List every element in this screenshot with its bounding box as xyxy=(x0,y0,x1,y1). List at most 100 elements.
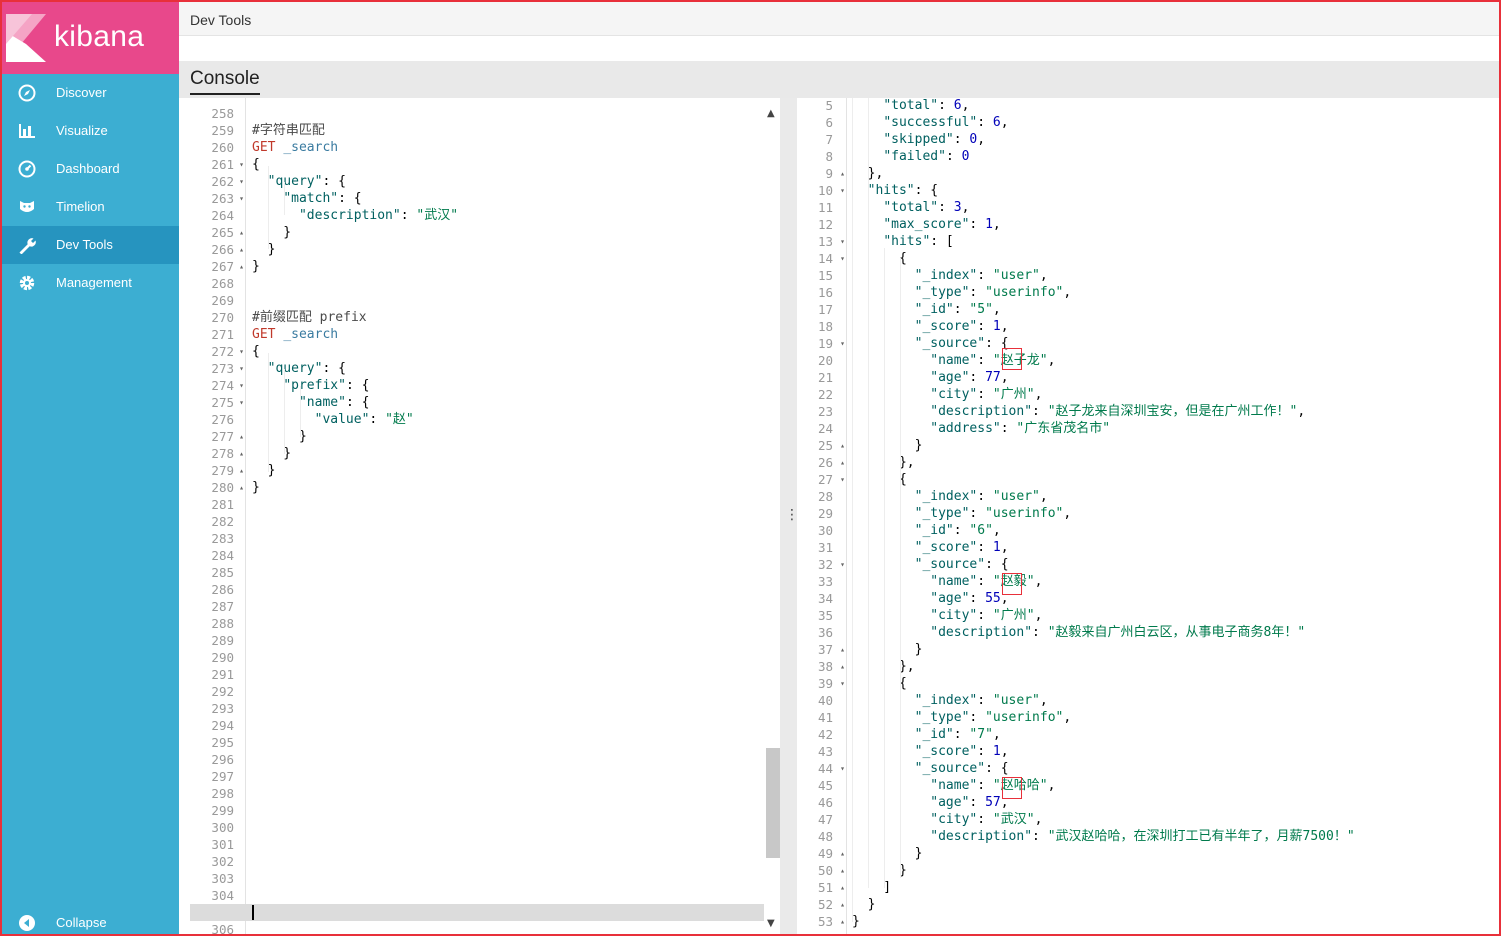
unfold-arrow-icon[interactable]: ▴ xyxy=(840,862,845,879)
unfold-arrow-icon[interactable]: ▴ xyxy=(840,658,845,675)
line-number-text: 18 xyxy=(817,319,833,334)
line-number: 298 xyxy=(190,785,246,802)
code-token: 1 xyxy=(992,319,1001,334)
collapse-button[interactable]: Collapse xyxy=(0,904,179,936)
fold-arrow-icon[interactable]: ▾ xyxy=(239,173,244,190)
line-number: 42 xyxy=(797,726,847,743)
line-number: 20 xyxy=(797,352,847,369)
unfold-arrow-icon[interactable]: ▴ xyxy=(239,445,244,462)
fold-arrow-icon[interactable]: ▾ xyxy=(840,760,845,777)
nav-item-dashboard[interactable]: Dashboard xyxy=(0,150,179,188)
unfold-arrow-icon[interactable]: ▴ xyxy=(239,479,244,496)
fold-arrow-icon[interactable]: ▾ xyxy=(239,343,244,360)
line-number-text: 298 xyxy=(211,786,234,801)
scroll-up-icon[interactable]: ▲ xyxy=(767,108,775,119)
pane-resizer[interactable]: ⋮ xyxy=(780,98,799,936)
sidebar: kibana Discover Visualize Dashboard Time… xyxy=(0,0,179,936)
unfold-arrow-icon[interactable]: ▴ xyxy=(239,241,244,258)
line-number-text: 265 xyxy=(211,225,234,240)
nav-item-visualize[interactable]: Visualize xyxy=(0,112,179,150)
page-title: Dev Tools xyxy=(190,12,252,28)
code-token: "_source" xyxy=(914,336,986,351)
code-token: "name" xyxy=(930,353,978,368)
scrollbar-thumb[interactable] xyxy=(766,748,780,858)
code-token: 57 xyxy=(985,795,1001,810)
fold-arrow-icon[interactable]: ▾ xyxy=(239,156,244,173)
code-token: : xyxy=(977,540,993,555)
nav-item-discover[interactable]: Discover xyxy=(0,74,179,112)
code-token: , xyxy=(1000,370,1009,385)
code-token: , xyxy=(1039,693,1048,708)
console-editor[interactable]: 258 259 260 261 ▾ 262 ▾ 263 ▾ 264 265 ▴ 266 ▴ 267 ▴ 268 2… xyxy=(190,98,780,936)
code-token: 6 xyxy=(953,98,962,113)
line-number-text: 53 xyxy=(817,914,833,929)
code-token: "name" xyxy=(298,395,346,410)
line-number: 18 xyxy=(797,318,847,335)
line-number: 7 xyxy=(797,131,847,148)
unfold-arrow-icon[interactable]: ▴ xyxy=(840,437,845,454)
unfold-arrow-icon[interactable]: ▴ xyxy=(840,896,845,913)
nav-item-timelion[interactable]: Timelion xyxy=(0,188,179,226)
code-token: : xyxy=(369,412,386,427)
unfold-arrow-icon[interactable]: ▴ xyxy=(239,258,244,275)
fold-arrow-icon[interactable]: ▾ xyxy=(239,360,244,377)
fold-arrow-icon[interactable]: ▾ xyxy=(840,471,845,488)
line-number-text: 292 xyxy=(211,684,234,699)
unfold-arrow-icon[interactable]: ▴ xyxy=(840,641,845,658)
unfold-arrow-icon[interactable]: ▴ xyxy=(840,879,845,896)
line-number-text: 45 xyxy=(817,778,833,793)
code-token: "value" xyxy=(314,412,370,427)
line-number: 40 xyxy=(797,692,847,709)
line-number: 268 xyxy=(190,275,246,292)
line-number: 283 xyxy=(190,530,246,547)
fold-arrow-icon[interactable]: ▾ xyxy=(239,190,244,207)
line-number: 38 ▴ xyxy=(797,658,847,675)
nav-item-dev-tools[interactable]: Dev Tools xyxy=(0,226,179,264)
code-token: GET xyxy=(252,140,276,155)
code-token: "user" xyxy=(992,693,1040,708)
code-token: } xyxy=(852,914,860,929)
response-output[interactable]: 5 6 7 8 9 ▴ 10 ▾ 11 12 13 ▾ 14 ▾ 15 16 17 18 19 ▾ 20 21 22 23 24… xyxy=(797,98,1501,936)
code-token: 1 xyxy=(992,744,1001,759)
nav-item-management[interactable]: Management xyxy=(0,264,179,302)
line-number: 271 xyxy=(190,326,246,343)
scroll-down-icon[interactable]: ▼ xyxy=(767,918,775,929)
fold-arrow-icon[interactable]: ▾ xyxy=(840,556,845,573)
fold-arrow-icon[interactable]: ▾ xyxy=(840,675,845,692)
nav-label: Timelion xyxy=(56,199,105,214)
kibana-logo[interactable]: kibana xyxy=(0,0,179,74)
fold-arrow-icon[interactable]: ▾ xyxy=(239,377,244,394)
fold-arrow-icon[interactable]: ▾ xyxy=(840,250,845,267)
code-line: "_score": 1, xyxy=(852,539,1009,556)
indent-guide xyxy=(852,98,853,922)
unfold-arrow-icon[interactable]: ▴ xyxy=(840,913,845,930)
code-token: "_type" xyxy=(914,285,970,300)
line-number-text: 270 xyxy=(211,310,234,325)
line-number: 277 ▴ xyxy=(190,428,246,445)
code-line: "total": 3, xyxy=(852,199,969,216)
unfold-arrow-icon[interactable]: ▴ xyxy=(840,165,845,182)
tab-console[interactable]: Console xyxy=(190,68,260,95)
unfold-arrow-icon[interactable]: ▴ xyxy=(239,224,244,241)
code-token: "赵子龙来自深圳宝安，但是在广州工作！" xyxy=(1047,404,1298,419)
unfold-arrow-icon[interactable]: ▴ xyxy=(239,428,244,445)
line-number: 294 xyxy=(190,717,246,734)
code-token: "_score" xyxy=(914,319,978,334)
fold-arrow-icon[interactable]: ▾ xyxy=(840,233,845,250)
line-number-text: 289 xyxy=(211,633,234,648)
line-number: 301 xyxy=(190,836,246,853)
fold-arrow-icon[interactable]: ▾ xyxy=(840,335,845,352)
code-line: "_source": { xyxy=(852,760,1009,777)
line-number-text: 283 xyxy=(211,531,234,546)
editor-scrollbar[interactable]: ▲ ▼ xyxy=(764,98,780,936)
fold-arrow-icon[interactable]: ▾ xyxy=(840,182,845,199)
unfold-arrow-icon[interactable]: ▴ xyxy=(840,454,845,471)
nav-label: Visualize xyxy=(56,123,108,138)
unfold-arrow-icon[interactable]: ▴ xyxy=(239,462,244,479)
line-number-text: 5 xyxy=(825,98,833,113)
code-token: : xyxy=(977,574,993,589)
unfold-arrow-icon[interactable]: ▴ xyxy=(840,845,845,862)
fold-arrow-icon[interactable]: ▾ xyxy=(239,394,244,411)
